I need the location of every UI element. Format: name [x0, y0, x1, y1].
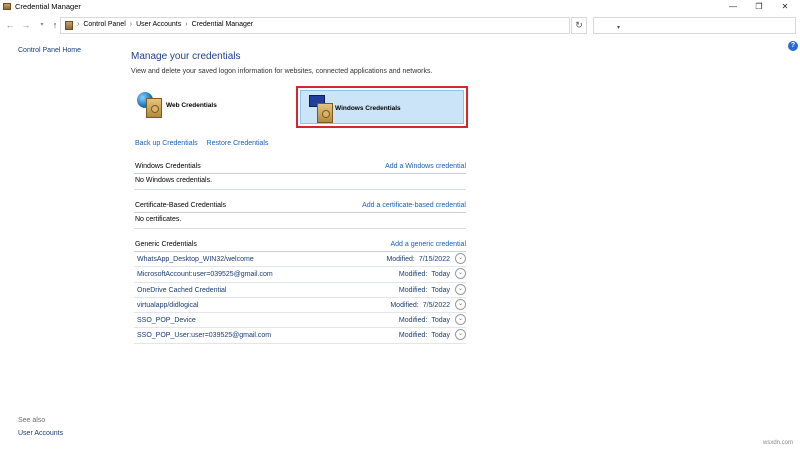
expand-chevron-icon[interactable]: ⌄	[455, 283, 466, 295]
section-header: Windows Credentials Add a Windows creden…	[134, 162, 466, 174]
modified-date: Today	[431, 317, 450, 325]
modified-date: 7/15/2022	[418, 256, 450, 263]
credential-manager-icon	[3, 3, 11, 10]
add-windows-credential-link[interactable]: Add a Windows credential	[385, 163, 466, 170]
refresh-button[interactable]: ↻	[571, 17, 587, 34]
web-credentials-tile[interactable]: Web Credentials	[134, 86, 294, 128]
backup-credentials-link[interactable]: Back up Credentials	[135, 140, 198, 147]
empty-message: No certificates.	[134, 213, 466, 229]
credential-modified: Modified: 7/15/2022	[386, 256, 450, 263]
credential-name: MicrosoftAccount:user=039525@gmail.com	[137, 271, 273, 279]
vault-icon	[317, 103, 333, 123]
windows-credentials-section: Windows Credentials Add a Windows creden…	[134, 162, 466, 190]
windows-credentials-selected-bg: Windows Credentials	[300, 90, 464, 124]
modified-date: Today	[431, 286, 450, 294]
modified-date: 7/5/2022	[422, 301, 450, 309]
credential-row[interactable]: WhatsApp_Desktop_WIN32/welcome Modified:…	[134, 252, 466, 268]
navigation-bar: ← → ▾ ↑ › Control Panel › User Accounts › Cre…	[0, 15, 800, 37]
back-button[interactable]: ←	[4, 19, 16, 31]
address-bar[interactable]: › Control Panel › User Accounts › Credential …	[60, 17, 620, 34]
modified-label: Modified:	[398, 317, 428, 325]
windows-credentials-label: Windows Credentials	[335, 105, 401, 112]
user-accounts-link[interactable]: User Accounts	[18, 430, 63, 437]
watermark: wsxdn.com	[763, 440, 794, 446]
title-bar: Credential Manager — ❐ ✕	[0, 0, 800, 14]
search-input[interactable]	[593, 17, 796, 34]
minimize-button[interactable]: —	[720, 0, 746, 14]
credential-name: virtualapp/didlogical	[137, 301, 199, 309]
breadcrumb-control-panel[interactable]: Control Panel	[83, 21, 125, 28]
modified-label: Modified:	[386, 256, 415, 263]
expand-chevron-icon[interactable]: ⌄	[455, 268, 466, 280]
expand-chevron-icon[interactable]: ⌄	[455, 253, 466, 264]
web-credentials-label: Web Credentials	[166, 102, 217, 109]
control-panel-home-link[interactable]: Control Panel Home	[18, 47, 81, 54]
add-generic-credential-link[interactable]: Add a generic credential	[391, 241, 467, 248]
section-title: Generic Credentials	[135, 241, 197, 248]
windows-credentials-tile[interactable]: Windows Credentials	[296, 86, 468, 128]
credential-modified: Modified: Today	[399, 332, 450, 339]
modified-label: Modified:	[390, 301, 419, 309]
credential-name: SSO_POP_Device	[137, 317, 196, 325]
credential-name: SSO_POP_User:user=039525@gmail.com	[137, 332, 272, 340]
credential-row[interactable]: virtualapp/didlogical Modified: 7/5/2022 …	[134, 298, 466, 314]
certificate-credentials-section: Certificate-Based Credentials Add a cert…	[134, 201, 466, 229]
modified-label: Modified:	[398, 271, 428, 279]
expand-chevron-icon[interactable]: ⌄	[455, 329, 466, 341]
credential-modified: Modified: Today	[399, 287, 450, 294]
breadcrumb: › Control Panel › User Accounts › Credential …	[77, 21, 253, 28]
generic-credentials-section: Generic Credentials Add a generic creden…	[134, 240, 466, 344]
recent-locations-button[interactable]: ▾	[36, 19, 48, 31]
modified-date: Today	[431, 271, 450, 279]
maximize-button[interactable]: ❐	[746, 0, 772, 14]
control-panel-icon	[65, 21, 73, 30]
add-certificate-credential-link[interactable]: Add a certificate-based credential	[362, 202, 466, 209]
restore-credentials-link[interactable]: Restore Credentials	[207, 140, 269, 147]
credential-modified: Modified: 7/5/2022	[390, 302, 450, 309]
credential-row[interactable]: SSO_POP_Device Modified: Today ⌄	[134, 313, 466, 329]
expand-chevron-icon[interactable]: ⌄	[455, 314, 466, 326]
close-button[interactable]: ✕	[772, 0, 798, 14]
section-title: Certificate-Based Credentials	[135, 202, 227, 209]
credential-row[interactable]: OneDrive Cached Credential Modified: Toda…	[134, 283, 466, 298]
empty-message: No Windows credentials.	[134, 174, 466, 190]
help-icon[interactable]: ?	[788, 41, 798, 51]
credential-row[interactable]: MicrosoftAccount:user=039525@gmail.com M…	[134, 267, 466, 283]
see-also-label: See also	[18, 417, 46, 424]
forward-button[interactable]: →	[20, 19, 32, 31]
breadcrumb-separator: ›	[77, 21, 80, 28]
section-title: Windows Credentials	[135, 163, 201, 170]
breadcrumb-credential-manager[interactable]: Credential Manager	[192, 21, 253, 28]
modified-date: Today	[431, 332, 450, 340]
modified-label: Modified:	[398, 332, 428, 340]
page-title: Manage your credentials	[131, 51, 241, 62]
breadcrumb-user-accounts[interactable]: User Accounts	[136, 21, 181, 28]
expand-chevron-icon[interactable]: ⌄	[455, 298, 466, 310]
credential-modified: Modified: Today	[399, 271, 450, 278]
backup-restore-links: Back up Credentials Restore Credentials	[135, 140, 275, 147]
breadcrumb-separator: ›	[185, 21, 188, 28]
section-header: Generic Credentials Add a generic creden…	[134, 240, 466, 252]
credential-name: WhatsApp_Desktop_WIN32/welcome	[137, 256, 254, 263]
credential-modified: Modified: Today	[399, 317, 450, 324]
modified-label: Modified:	[398, 286, 428, 294]
page-description: View and delete your saved logon informa…	[131, 68, 433, 75]
credential-row[interactable]: SSO_POP_User:user=039525@gmail.com Modif…	[134, 328, 466, 344]
breadcrumb-separator: ›	[129, 21, 133, 28]
section-header: Certificate-Based Credentials Add a cert…	[134, 201, 466, 213]
window-title: Credential Manager	[15, 2, 81, 11]
credential-name: OneDrive Cached Credential	[137, 286, 227, 294]
vault-icon	[146, 98, 162, 118]
